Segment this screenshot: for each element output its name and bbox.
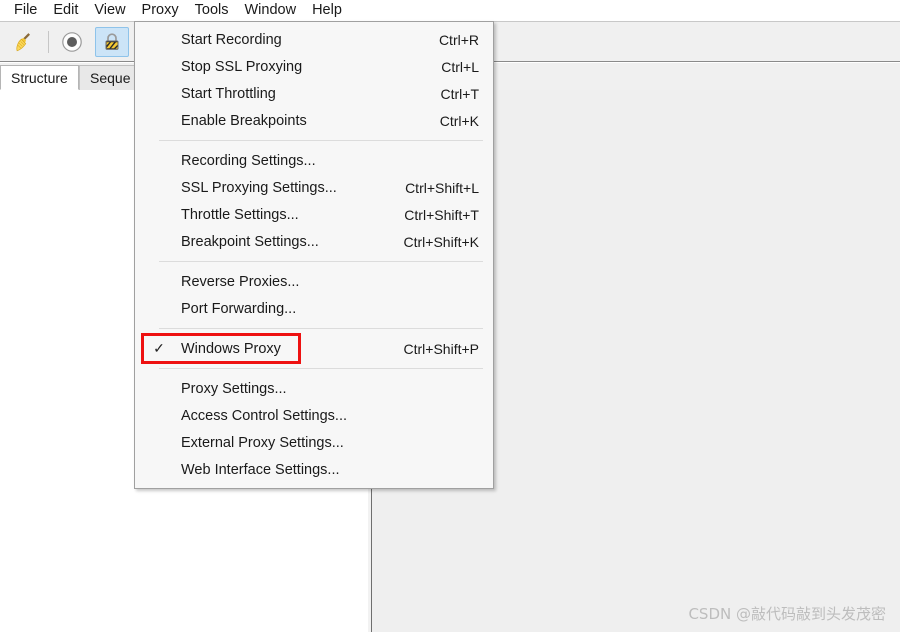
menu-item-enable-breakpoints-shortcut: Ctrl+K — [439, 112, 479, 129]
menu-item-ssl-proxying-settings[interactable]: SSL Proxying Settings... Ctrl+Shift+L — [135, 174, 493, 201]
menu-item-reverse-proxies-label: Reverse Proxies... — [181, 273, 300, 290]
menu-item-recording-settings[interactable]: Recording Settings... — [135, 147, 493, 174]
menu-item-breakpoint-settings-label: Breakpoint Settings... — [181, 233, 319, 250]
ssl-proxying-button[interactable] — [95, 26, 129, 57]
application-window: File Edit View Proxy Tools Window Help S… — [0, 0, 900, 632]
menu-item-reverse-proxies[interactable]: Reverse Proxies... — [135, 268, 493, 295]
menu-item-recording-settings-label: Recording Settings... — [181, 152, 316, 169]
menubar-item-view[interactable]: View — [86, 1, 133, 21]
menu-item-start-recording[interactable]: Start Recording Ctrl+R — [135, 26, 493, 53]
clear-broom-icon — [11, 30, 35, 54]
menu-item-stop-ssl-proxying-shortcut: Ctrl+L — [441, 58, 479, 75]
menubar-item-file[interactable]: File — [6, 1, 45, 21]
menu-item-start-throttling-label: Start Throttling — [181, 85, 276, 102]
proxy-dropdown-menu: Start Recording Ctrl+R Stop SSL Proxying… — [134, 21, 494, 489]
menubar-item-proxy[interactable]: Proxy — [134, 1, 187, 21]
menu-item-windows-proxy[interactable]: ✓ Windows Proxy Ctrl+Shift+P — [135, 333, 493, 364]
menu-item-start-recording-label: Start Recording — [181, 31, 282, 48]
menu-item-external-proxy-settings-label: External Proxy Settings... — [181, 434, 344, 451]
menubar-item-tools[interactable]: Tools — [187, 1, 237, 21]
tab-structure-label: Structure — [11, 69, 68, 86]
menu-item-throttle-settings-label: Throttle Settings... — [181, 206, 299, 223]
record-button[interactable] — [55, 27, 89, 57]
menu-item-throttle-settings[interactable]: Throttle Settings... Ctrl+Shift+T — [135, 201, 493, 228]
menu-item-enable-breakpoints-label: Enable Breakpoints — [181, 112, 307, 129]
menubar-item-window[interactable]: Window — [236, 1, 304, 21]
record-icon — [61, 31, 83, 53]
menu-item-start-throttling-shortcut: Ctrl+T — [440, 85, 480, 102]
menu-item-ssl-proxying-settings-label: SSL Proxying Settings... — [181, 179, 337, 196]
menu-separator-1 — [159, 140, 483, 141]
menu-item-breakpoint-settings[interactable]: Breakpoint Settings... Ctrl+Shift+K — [135, 228, 493, 255]
menubar-item-help[interactable]: Help — [304, 1, 350, 21]
menu-item-proxy-settings[interactable]: Proxy Settings... — [135, 375, 493, 402]
menu-separator-3 — [159, 328, 483, 329]
menu-item-access-control-settings-label: Access Control Settings... — [181, 407, 348, 424]
ssl-lock-icon — [102, 31, 122, 53]
menu-separator-4 — [159, 368, 483, 369]
menu-item-ssl-proxying-settings-shortcut: Ctrl+Shift+L — [405, 179, 479, 196]
toolbar-separator — [48, 30, 49, 53]
menu-item-start-throttling[interactable]: Start Throttling Ctrl+T — [135, 80, 493, 107]
menu-item-stop-ssl-proxying-label: Stop SSL Proxying — [181, 58, 303, 75]
menubar-item-edit[interactable]: Edit — [45, 1, 86, 21]
menu-item-breakpoint-settings-shortcut: Ctrl+Shift+K — [403, 233, 479, 250]
tab-structure[interactable]: Structure — [0, 65, 79, 90]
clear-broom-button[interactable] — [6, 27, 40, 57]
menu-item-windows-proxy-shortcut: Ctrl+Shift+P — [403, 340, 479, 357]
menu-item-web-interface-settings-label: Web Interface Settings... — [181, 461, 340, 478]
checkmark-icon: ✓ — [153, 340, 165, 356]
menu-item-proxy-settings-label: Proxy Settings... — [181, 380, 287, 397]
menu-item-enable-breakpoints[interactable]: Enable Breakpoints Ctrl+K — [135, 107, 493, 134]
tab-sequence[interactable]: Seque — [79, 65, 142, 90]
menu-item-web-interface-settings[interactable]: Web Interface Settings... — [135, 456, 493, 483]
tab-sequence-label: Seque — [90, 70, 131, 86]
toolbar-button-group — [0, 22, 135, 61]
watermark-text: CSDN @敲代码敲到头发茂密 — [688, 605, 886, 623]
menu-item-port-forwarding[interactable]: Port Forwarding... — [135, 295, 493, 322]
menu-separator-2 — [159, 261, 483, 262]
menu-item-throttle-settings-shortcut: Ctrl+Shift+T — [404, 206, 479, 223]
menu-item-stop-ssl-proxying[interactable]: Stop SSL Proxying Ctrl+L — [135, 53, 493, 80]
menu-bar: File Edit View Proxy Tools Window Help — [0, 0, 900, 21]
menu-item-external-proxy-settings[interactable]: External Proxy Settings... — [135, 429, 493, 456]
menu-item-access-control-settings[interactable]: Access Control Settings... — [135, 402, 493, 429]
menu-item-port-forwarding-label: Port Forwarding... — [181, 300, 297, 317]
menu-item-start-recording-shortcut: Ctrl+R — [438, 31, 479, 48]
